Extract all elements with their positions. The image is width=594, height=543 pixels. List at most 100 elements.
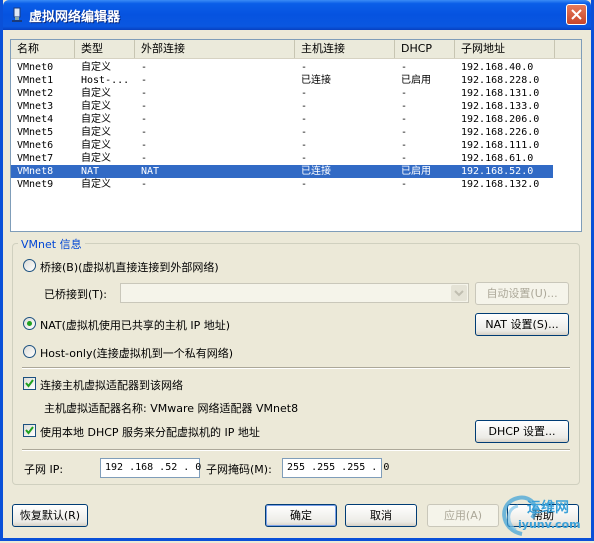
bridged-to-label: 已桥接到(T):	[44, 288, 108, 301]
cell-dhcp: 已启用	[401, 75, 431, 86]
bridged-to-select[interactable]	[120, 283, 469, 303]
separator	[22, 449, 570, 451]
window-title: 虚拟网络编辑器	[29, 10, 121, 25]
bridge-radio[interactable]	[23, 259, 36, 272]
cell-subnet: 192.168.52.0	[461, 166, 534, 177]
table-row[interactable]: VMnet1 Host-... - 已连接 已启用 192.168.228.0	[11, 74, 553, 87]
cell-name: VMnet8	[17, 166, 54, 177]
cell-dhcp: 已启用	[401, 166, 431, 177]
nat-radio[interactable]	[23, 317, 36, 330]
cell-ext: -	[141, 88, 148, 99]
cell-ext: -	[141, 179, 148, 190]
nat-settings-button[interactable]: NAT 设置(S)...	[475, 313, 569, 336]
cell-ext: -	[141, 101, 148, 112]
cell-dhcp: -	[401, 179, 408, 190]
dhcp-checkbox[interactable]	[23, 424, 36, 437]
close-icon	[571, 9, 582, 20]
cell-dhcp: -	[401, 88, 408, 99]
column-header-external[interactable]: 外部连接	[135, 40, 295, 58]
cell-type: Host-...	[81, 75, 130, 86]
vmnet-info-legend: VMnet 信息	[18, 236, 85, 252]
bridge-label[interactable]: 桥接(B)(虚拟机直接连接到外部网络)	[40, 259, 219, 275]
cell-subnet: 192.168.132.0	[461, 179, 540, 190]
apply-button[interactable]: 应用(A)	[427, 504, 499, 527]
cell-type: 自定义	[81, 88, 111, 99]
cell-ext: -	[141, 127, 148, 138]
table-row[interactable]: VMnet3 自定义 - - - 192.168.133.0	[11, 100, 553, 113]
cell-host: -	[301, 88, 308, 99]
column-header-subnet[interactable]: 子网地址	[455, 40, 555, 58]
cell-name: VMnet6	[17, 140, 54, 151]
dhcp-settings-button[interactable]: DHCP 设置...	[475, 420, 569, 443]
cell-type: 自定义	[81, 140, 111, 151]
cell-name: VMnet5	[17, 127, 54, 138]
column-header-type[interactable]: 类型	[75, 40, 135, 58]
cell-dhcp: -	[401, 153, 408, 164]
table-row[interactable]: VMnet4 自定义 - - - 192.168.206.0	[11, 113, 553, 126]
vmnet-list[interactable]: 名称 类型 外部连接 主机连接 DHCP 子网地址 VMnet0 自定义 - - - 19…	[10, 39, 582, 232]
list-header: 名称 类型 外部连接 主机连接 DHCP 子网地址	[11, 40, 581, 59]
subnet-ip-field[interactable]: 192 .168 .52 . 0	[100, 458, 201, 478]
cell-host: -	[301, 114, 308, 125]
dhcp-label[interactable]: 使用本地 DHCP 服务来分配虚拟机的 IP 地址	[40, 424, 260, 440]
cell-name: VMnet0	[17, 62, 54, 73]
title-bar[interactable]: 虚拟网络编辑器	[3, 0, 591, 30]
table-row[interactable]: VMnet2 自定义 - - - 192.168.131.0	[11, 87, 553, 100]
table-row[interactable]: VMnet9 自定义 - - - 192.168.132.0	[11, 178, 553, 191]
nat-label[interactable]: NAT(虚拟机使用已共享的主机 IP 地址)	[40, 317, 230, 333]
cell-dhcp: -	[401, 140, 408, 151]
ok-button[interactable]: 确定	[265, 504, 337, 527]
cell-type: 自定义	[81, 101, 111, 112]
cell-type: 自定义	[81, 62, 111, 73]
chevron-down-icon	[451, 285, 467, 301]
cell-dhcp: -	[401, 62, 408, 73]
close-button[interactable]	[566, 4, 587, 25]
column-header-name[interactable]: 名称	[11, 40, 75, 58]
cell-ext: -	[141, 153, 148, 164]
connect-adapter-label[interactable]: 连接主机虚拟适配器到该网络	[40, 377, 183, 393]
subnet-ip-label: 子网 IP:	[24, 463, 64, 476]
cell-dhcp: -	[401, 127, 408, 138]
cancel-button[interactable]: 取消	[345, 504, 417, 527]
separator	[22, 367, 570, 369]
cell-host: -	[301, 62, 308, 73]
cell-type: 自定义	[81, 127, 111, 138]
radio-selected-dot	[27, 321, 32, 326]
cell-host: -	[301, 127, 308, 138]
cell-host: -	[301, 179, 308, 190]
cell-name: VMnet4	[17, 114, 54, 125]
cell-ext: -	[141, 62, 148, 73]
cell-subnet: 192.168.206.0	[461, 114, 540, 125]
cell-ext: -	[141, 140, 148, 151]
table-row[interactable]: VMnet0 自定义 - - - 192.168.40.0	[11, 61, 553, 74]
checkmark-icon	[25, 379, 34, 388]
cell-subnet: 192.168.61.0	[461, 153, 534, 164]
watermark-text: 运维网	[527, 500, 569, 516]
list-rows: VMnet0 自定义 - - -192.168.40.0 VMnet1 Host-... - 已…	[11, 61, 581, 191]
cell-host: 已连接	[301, 75, 331, 86]
hostonly-radio[interactable]	[23, 345, 36, 358]
table-row[interactable]: VMnet7 自定义 - - - 192.168.61.0	[11, 152, 553, 165]
cell-name: VMnet9	[17, 179, 54, 190]
table-row[interactable]: VMnet8 NAT NAT 已连接 已启用 192.168.52.0	[11, 165, 553, 178]
cell-type: 自定义	[81, 179, 111, 190]
cell-type: 自定义	[81, 114, 111, 125]
cell-subnet: 192.168.228.0	[461, 75, 540, 86]
hostonly-label[interactable]: Host-only(连接虚拟机到一个私有网络)	[40, 345, 233, 361]
subnet-mask-label: 子网掩码(M):	[206, 463, 272, 476]
column-header-host[interactable]: 主机连接	[295, 40, 395, 58]
cell-host: -	[301, 153, 308, 164]
cell-name: VMnet1	[17, 75, 54, 86]
table-row[interactable]: VMnet6 自定义 - - - 192.168.111.0	[11, 139, 553, 152]
restore-defaults-button[interactable]: 恢复默认(R)	[12, 504, 88, 527]
subnet-mask-field[interactable]: 255 .255 .255 . 0	[282, 458, 389, 478]
watermark-url: iyunv.com	[518, 518, 581, 531]
cell-subnet: 192.168.111.0	[461, 140, 540, 151]
table-row[interactable]: VMnet5 自定义 - - - 192.168.226.0	[11, 126, 553, 139]
connect-adapter-checkbox[interactable]	[23, 377, 36, 390]
column-header-dhcp[interactable]: DHCP	[395, 40, 455, 58]
auto-settings-button[interactable]: 自动设置(U)...	[475, 282, 569, 305]
cell-ext: NAT	[141, 166, 160, 177]
cell-name: VMnet2	[17, 88, 54, 99]
cell-subnet: 192.168.131.0	[461, 88, 540, 99]
